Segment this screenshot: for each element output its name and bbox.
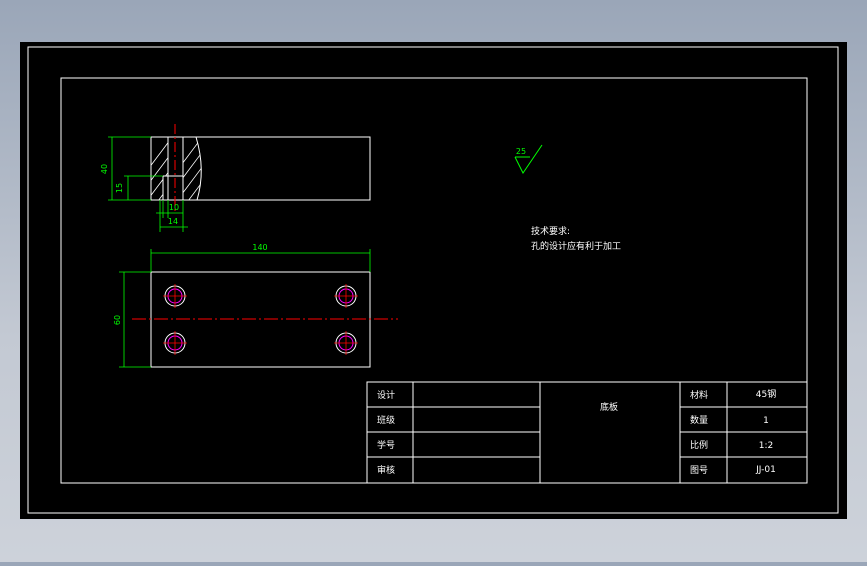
drawing-number-value: JJ-01 [755, 465, 776, 475]
material-value: 45钢 [756, 388, 776, 400]
cad-viewport[interactable]: 40 15 10 14 140 60 25 技术要求: 孔的设计应有利于加工 设… [0, 0, 867, 562]
part-name: 底板 [600, 401, 618, 413]
class-label: 班级 [377, 414, 395, 426]
drawing-number-label: 图号 [690, 465, 708, 476]
dim-10-text: 10 [169, 203, 179, 212]
model-space-background [20, 42, 847, 519]
design-label: 设计 [377, 389, 395, 401]
tech-requirements-title: 技术要求: [531, 225, 570, 237]
dim-40-text: 40 [100, 164, 109, 174]
quantity-label: 数量 [690, 414, 708, 426]
student-id-label: 学号 [377, 439, 395, 451]
dim-15-text: 15 [115, 183, 124, 193]
quantity-value: 1 [763, 416, 769, 426]
dim-14-text: 14 [168, 217, 178, 226]
scale-label: 比例 [690, 439, 708, 451]
tech-requirements-line-1: 孔的设计应有利于加工 [531, 240, 621, 252]
roughness-value: 25 [516, 147, 526, 156]
dim-60-text: 60 [113, 315, 122, 325]
drawing-canvas: 40 15 10 14 140 60 25 技术要求: 孔的设计应有利于加工 设… [20, 42, 847, 519]
material-label: 材料 [690, 389, 708, 401]
review-label: 审核 [377, 464, 395, 476]
scale-value: 1:2 [759, 441, 773, 451]
dim-140-text: 140 [252, 243, 267, 252]
